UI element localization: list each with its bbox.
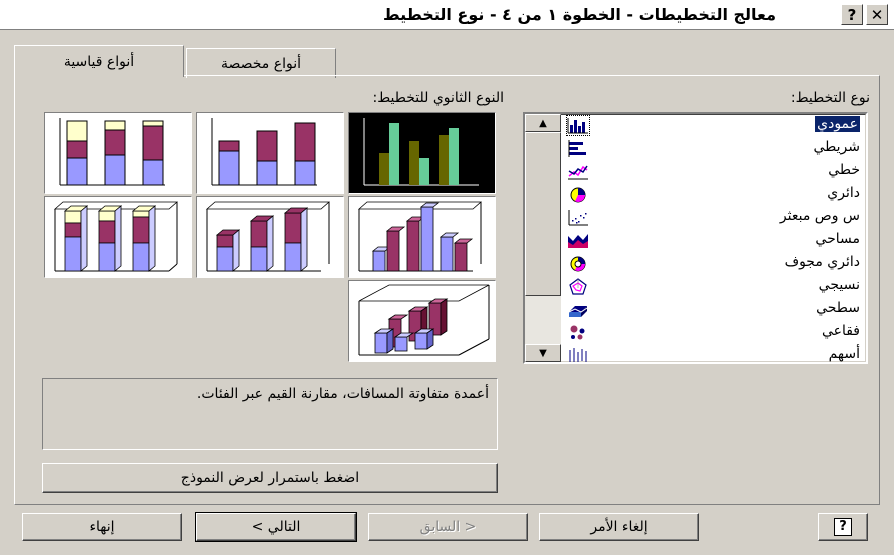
3d-column-preview — [358, 284, 490, 356]
pie-chart-icon — [570, 187, 586, 203]
title-help-button[interactable]: ? — [841, 4, 863, 25]
subtype-3d-stacked-100-column[interactable] — [44, 196, 192, 278]
3d-clustered-column-preview — [357, 201, 483, 272]
chart-type-list[interactable]: ▲ ▼ عمودي شريطي خطي دائري س وص مبعثر مسا… — [523, 112, 868, 364]
tab-custom-types[interactable]: أنواع مخصصة — [186, 48, 336, 78]
stacked-100-column-preview — [59, 118, 165, 186]
back-button[interactable]: < السابق — [368, 513, 528, 541]
list-item-pie[interactable]: دائري — [563, 183, 866, 206]
stock-chart-icon — [569, 348, 587, 362]
description-box: أعمدة متفاوتة المسافات، مقارنة القيم عبر… — [42, 378, 498, 450]
title-bar: معالج التخطيطات - الخطوة ١ من ٤ - نوع ال… — [0, 0, 894, 30]
subtype-stacked-100-column[interactable] — [44, 112, 192, 194]
subtype-3d-clustered-column[interactable] — [348, 196, 496, 278]
list-item-label: أسهم — [828, 346, 860, 362]
3d-stacked-100-column-preview — [53, 201, 179, 272]
bubble-chart-icon — [570, 325, 585, 340]
list-item-label: شريطي — [813, 139, 860, 155]
list-item-label: فقاعي — [821, 323, 860, 339]
finish-button[interactable]: إنهاء — [22, 513, 182, 541]
list-item-label: خطي — [828, 162, 860, 178]
list-item-line[interactable]: خطي — [563, 160, 866, 183]
preview-sample-button[interactable]: اضغط باستمرار لعرض النموذج — [42, 463, 498, 493]
scatter-chart-icon — [568, 210, 588, 226]
description-text: أعمدة متفاوتة المسافات، مقارنة القيم عبر… — [196, 386, 489, 402]
line-chart-icon — [568, 165, 588, 180]
list-item-bubble[interactable]: فقاعي — [563, 321, 866, 344]
list-item-scatter[interactable]: س وص مبعثر — [563, 206, 866, 229]
tab-standard-types[interactable]: أنواع قياسية — [14, 45, 184, 77]
scroll-down-button[interactable]: ▼ — [525, 344, 561, 362]
list-item-stock[interactable]: أسهم — [563, 344, 866, 362]
subtype-3d-column[interactable] — [348, 280, 496, 362]
list-item-label: مساحي — [815, 231, 860, 247]
cancel-button[interactable]: إلغاء الأمر — [539, 513, 699, 541]
subtype-label: النوع الثانوي للتخطيط: — [372, 90, 504, 106]
list-item-label: نسيجي — [818, 277, 860, 293]
stacked-column-preview — [211, 118, 317, 186]
bar-chart-icon — [568, 140, 586, 157]
window-title: معالج التخطيطات - الخطوة ١ من ٤ - نوع ال… — [383, 5, 776, 24]
surface-chart-icon — [568, 306, 588, 317]
list-item-label: دائري — [827, 185, 860, 201]
help-icon: ? — [834, 518, 852, 536]
subtype-clustered-column[interactable] — [348, 112, 496, 194]
list-item-doughnut[interactable]: دائري مجوف — [563, 252, 866, 275]
help-button[interactable]: ? — [818, 513, 868, 541]
list-item-label: عمودي — [815, 116, 860, 132]
list-item-column[interactable]: عمودي — [563, 114, 866, 137]
list-item-surface[interactable]: سطحي — [563, 298, 866, 321]
area-chart-icon — [568, 234, 588, 248]
chart-type-label: نوع التخطيط: — [790, 90, 870, 106]
list-item-label: س وص مبعثر — [779, 208, 860, 224]
3d-stacked-column-preview — [205, 201, 331, 272]
next-button[interactable]: التالي > — [195, 512, 357, 542]
list-scrollbar[interactable]: ▲ ▼ — [525, 114, 561, 362]
doughnut-chart-icon — [570, 256, 586, 272]
list-item-label: دائري مجوف — [784, 254, 860, 270]
subtype-3d-stacked-column[interactable] — [196, 196, 344, 278]
clustered-column-preview — [363, 118, 479, 186]
scroll-thumb[interactable] — [525, 132, 561, 296]
list-item-label: سطحي — [816, 300, 860, 316]
close-button[interactable]: ✕ — [866, 4, 888, 25]
list-item-radar[interactable]: نسيجي — [563, 275, 866, 298]
list-item-area[interactable]: مساحي — [563, 229, 866, 252]
column-chart-icon — [566, 115, 590, 136]
scroll-up-button[interactable]: ▲ — [525, 114, 561, 132]
radar-chart-icon — [569, 278, 587, 295]
subtype-stacked-column[interactable] — [196, 112, 344, 194]
list-item-bar[interactable]: شريطي — [563, 137, 866, 160]
